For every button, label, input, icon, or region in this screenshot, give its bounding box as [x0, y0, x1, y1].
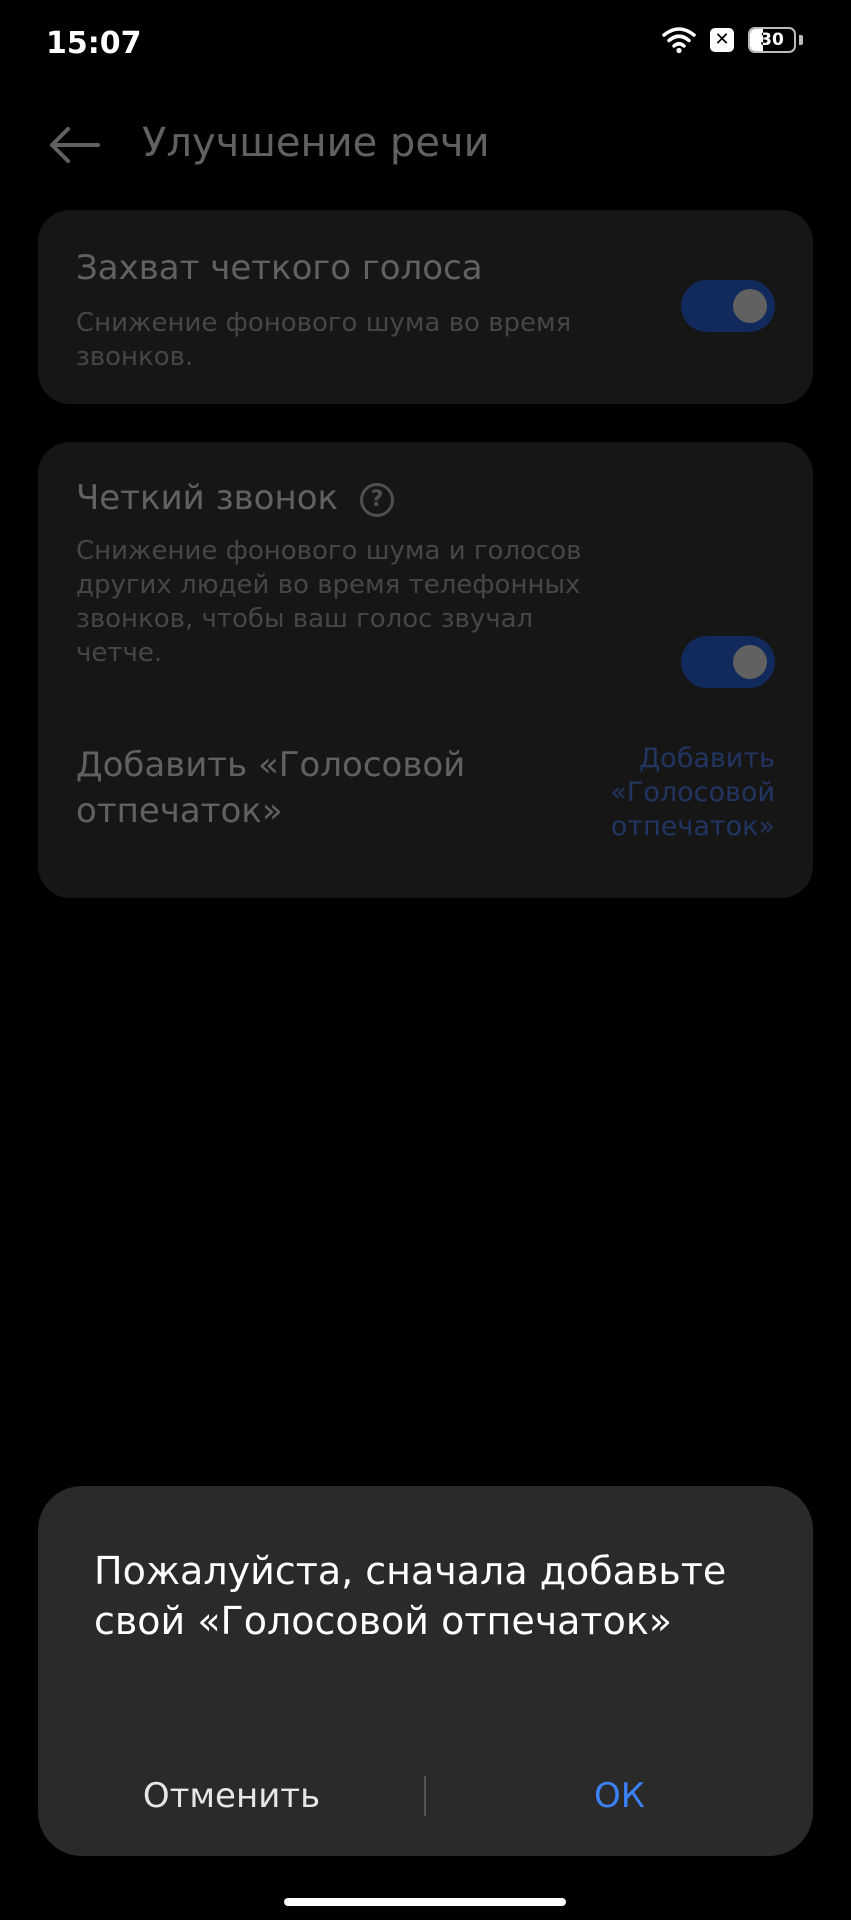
battery-cap [799, 35, 803, 45]
clear-call-title-row: Четкий звонок? [76, 478, 395, 518]
clear-voice-title: Захват четкого голоса [76, 248, 483, 288]
sim-x-icon: ✕ [710, 28, 734, 52]
arrow-left-icon [50, 127, 100, 163]
page-title: Улучшение речи [142, 120, 490, 166]
clear-voice-subtitle: Снижение фонового шума во время звонков. [76, 308, 572, 372]
dialog-message: Пожалуйста, сначала добавьте свой «Голос… [94, 1549, 727, 1643]
battery-level: 30 [760, 30, 784, 50]
home-indicator[interactable] [284, 1898, 566, 1906]
status-time: 15:07 [46, 26, 142, 61]
voiceprint-dialog: Пожалуйста, сначала добавьте свой «Голос… [38, 1486, 813, 1856]
clear-voice-card[interactable]: Захват четкого голоса Снижение фонового … [38, 210, 813, 404]
wifi-icon [662, 27, 696, 54]
clear-call-title: Четкий звонок [76, 478, 339, 518]
ok-button[interactable]: ОК [426, 1756, 813, 1836]
cancel-button[interactable]: Отменить [38, 1756, 425, 1836]
battery-icon: 30 [748, 27, 796, 53]
status-bar: 15:07 ✕ 30 [0, 0, 851, 90]
voiceprint-add-link[interactable]: Добавить «Голосовой отпечаток» [575, 742, 775, 844]
clear-call-toggle[interactable] [681, 636, 775, 688]
toggle-knob [733, 645, 767, 679]
screen: 15:07 ✕ 30 Улучшение речи Захват четкого… [0, 0, 851, 1920]
dialog-buttons: Отменить ОК [38, 1756, 813, 1836]
back-button[interactable] [44, 120, 104, 170]
voiceprint-label: Добавить «Голосовой отпечаток» [76, 745, 466, 831]
clear-voice-toggle[interactable] [681, 280, 775, 332]
question-circle-icon[interactable]: ? [360, 482, 395, 517]
toggle-knob [733, 289, 767, 323]
clear-call-card: Четкий звонок? Снижение фонового шума и … [38, 442, 813, 898]
status-icons: ✕ 30 [662, 26, 803, 54]
clear-call-subtitle: Снижение фонового шума и голосов других … [76, 536, 582, 668]
header: Улучшение речи [0, 90, 851, 200]
